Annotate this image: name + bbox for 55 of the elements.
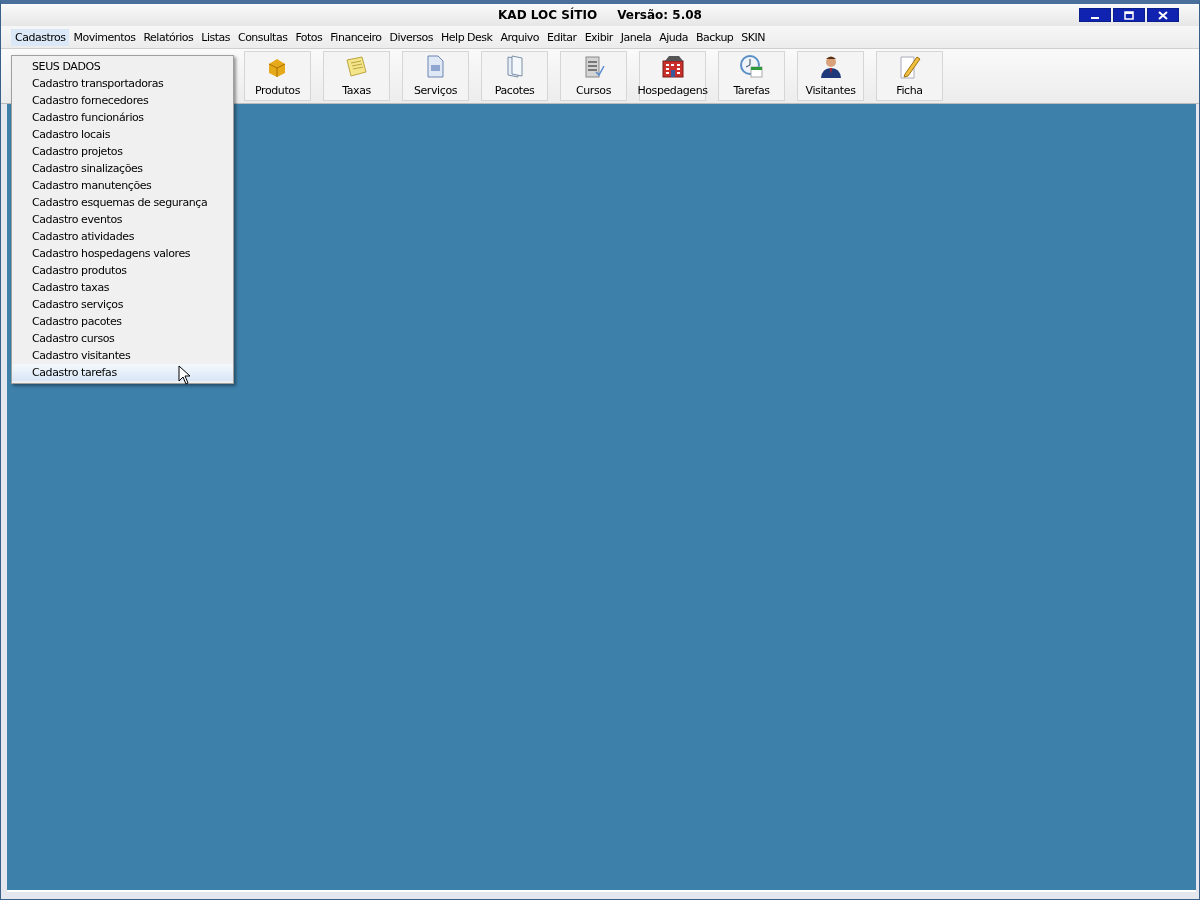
menu-item[interactable]: Financeiro [326,28,386,46]
menu-entry[interactable]: Cadastro tarefas [12,364,233,381]
toolbar-button[interactable]: Ficha [876,51,943,101]
menu-item[interactable]: Backup [692,28,738,46]
close-button[interactable] [1147,8,1179,22]
menu-entry[interactable]: Cadastro manutenções [12,177,233,194]
menu-entry[interactable]: Cadastro sinalizações [12,160,233,177]
menu-entry[interactable]: Cadastro pacotes [12,313,233,330]
menu-item[interactable]: SKIN [737,28,770,46]
maximize-button[interactable] [1113,8,1145,22]
menu-entry[interactable]: Cadastro esquemas de segurança [12,194,233,211]
menu-entry[interactable]: Cadastro funcionários [12,109,233,126]
menu-item[interactable]: Movimentos [69,28,140,46]
note-icon [343,54,370,80]
mouse-cursor-icon [178,365,191,385]
menu-entry[interactable]: Cadastro locais [12,126,233,143]
menu-item[interactable]: Janela [616,28,656,46]
menu-item[interactable]: Diversos [385,28,438,46]
menu-entry[interactable]: Cadastro projetos [12,143,233,160]
window-title: KAD LOC SÍTIO [498,8,598,22]
version-text: Versão: 5.08 [617,8,702,22]
menu-item[interactable]: Cadastros [11,28,70,46]
menu-item[interactable]: Relatórios [139,28,198,46]
toolbar-button[interactable]: Hospedagens [639,51,706,101]
menu-item[interactable]: Listas [197,28,234,46]
menu-entry[interactable]: Cadastro cursos [12,330,233,347]
menu-entry[interactable]: Cadastro fornecedores [12,92,233,109]
menu-item[interactable]: Editar [543,28,581,46]
menu-item[interactable]: Arquivo [496,28,544,46]
menu-entry[interactable]: Cadastro hospedagens valores [12,245,233,262]
toolbar-button[interactable]: Serviços [402,51,469,101]
menu-entry[interactable]: Cadastro eventos [12,211,233,228]
toolbar-button[interactable]: Produtos [244,51,311,101]
menu-entry[interactable]: Cadastro taxas [12,279,233,296]
menu-item[interactable]: Fotos [291,28,327,46]
menu-entry[interactable]: Cadastro produtos [12,262,233,279]
menu-entry[interactable]: Cadastro transportadoras [12,75,233,92]
menu-item[interactable]: Exibir [580,28,617,46]
menu-item[interactable]: Help Desk [437,28,497,46]
building-icon [659,54,686,80]
toolbar-button[interactable]: Taxas [323,51,390,101]
toolbar-button[interactable]: Visitantes [797,51,864,101]
toolbar-button[interactable]: Pacotes [481,51,548,101]
menu-item[interactable]: Ajuda [655,28,693,46]
menu-item[interactable]: Consultas [233,28,292,46]
clock-icon [738,54,765,80]
toolbar-button[interactable]: Cursos [560,51,627,101]
close-icon [1158,10,1168,20]
menu-entry[interactable]: SEUS DADOS [12,58,233,75]
menu-entry[interactable]: Cadastro atividades [12,228,233,245]
maximize-icon [1124,10,1134,20]
menu-entry[interactable]: Cadastro serviços [12,296,233,313]
menu-entry[interactable]: Cadastro visitantes [12,347,233,364]
toolbar-button[interactable]: Tarefas [718,51,785,101]
minimize-button[interactable] [1079,8,1111,22]
